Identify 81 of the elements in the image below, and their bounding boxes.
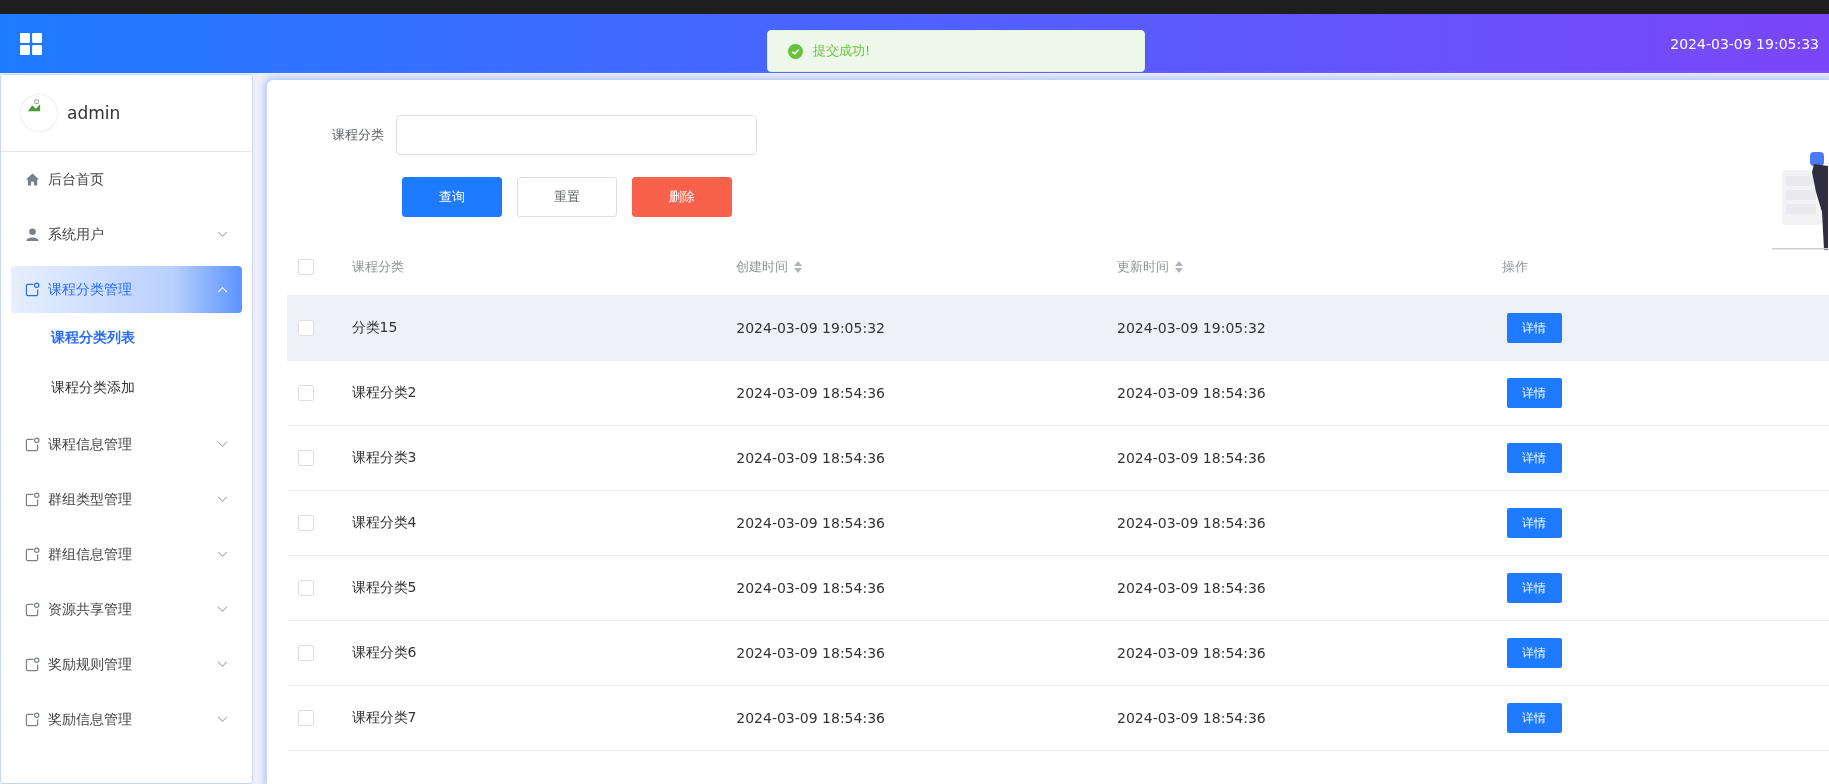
table-cell: 2024-03-09 18:54:36 <box>736 515 885 531</box>
table-cell: 2024-03-09 18:54:36 <box>1117 385 1266 401</box>
sidebar-item[interactable]: 群组信息管理 <box>11 531 242 578</box>
sidebar-item[interactable]: 奖励信息管理 <box>11 696 242 743</box>
query-button[interactable]: 查询 <box>402 177 502 217</box>
sidebar-item[interactable]: 课程信息管理 <box>11 421 242 468</box>
checkbox[interactable] <box>298 385 314 401</box>
submenu-item[interactable]: 课程分类添加 <box>11 363 242 413</box>
table-cell: 课程分类4 <box>351 514 417 532</box>
broken-image-icon <box>27 99 41 113</box>
sidebar-item[interactable]: 资源共享管理 <box>11 586 242 633</box>
table-cell: 2024-03-09 18:54:36 <box>1117 515 1266 531</box>
table-cell: 2024-03-09 18:54:36 <box>736 450 885 466</box>
checkbox[interactable] <box>298 515 314 531</box>
table-cell: 2024-03-09 18:54:36 <box>1117 710 1266 726</box>
checkbox[interactable] <box>298 580 314 596</box>
input-field[interactable] <box>396 115 757 155</box>
chevron-down-icon <box>217 551 228 558</box>
table-cell: 2024-03-09 18:54:36 <box>1117 580 1266 596</box>
chevron-down-icon <box>217 496 228 503</box>
table-cell: 2024-03-09 18:54:36 <box>736 710 885 726</box>
table-cell: 课程分类5 <box>351 579 417 597</box>
user-icon <box>25 227 40 242</box>
reset-button[interactable]: 重置 <box>517 177 617 217</box>
chevron-down-icon <box>217 606 228 613</box>
table-cell: 2024-03-09 19:05:32 <box>736 320 885 336</box>
chevron-down-icon <box>217 716 228 723</box>
module-icon <box>25 492 40 507</box>
home-icon <box>25 172 40 187</box>
detail-button[interactable]: 详情 <box>1506 378 1562 408</box>
module-icon <box>25 282 40 297</box>
chevron-down-icon <box>217 441 228 448</box>
table-cell: 2024-03-09 18:54:36 <box>736 580 885 596</box>
checkbox[interactable] <box>298 259 314 275</box>
checkbox[interactable] <box>298 710 314 726</box>
checkbox[interactable] <box>298 320 314 336</box>
field-label: 课程分类 <box>332 126 384 144</box>
delete-button[interactable]: 删除 <box>632 177 732 217</box>
sidebar-item[interactable]: 群组类型管理 <box>11 476 242 523</box>
username: admin <box>67 103 121 123</box>
sort-icon <box>1175 261 1184 273</box>
table-cell: 2024-03-09 18:54:36 <box>1117 645 1266 661</box>
sidebar-item[interactable]: 后台首页 <box>11 156 242 203</box>
chevron-up-icon <box>217 286 228 293</box>
sidebar-item[interactable]: 系统用户 <box>11 211 242 258</box>
column-header[interactable]: 创建时间 <box>736 258 803 276</box>
chevron-down-icon <box>217 231 228 238</box>
module-icon <box>25 712 40 727</box>
table-cell: 2024-03-09 18:54:36 <box>736 385 885 401</box>
detail-button[interactable]: 详情 <box>1506 443 1562 473</box>
column-header[interactable]: 操作 <box>1501 258 1528 276</box>
table-cell: 课程分类7 <box>351 709 417 727</box>
checkbox[interactable] <box>298 645 314 661</box>
module-icon <box>25 602 40 617</box>
table-cell: 2024-03-09 18:54:36 <box>1117 450 1266 466</box>
module-icon <box>25 437 40 452</box>
detail-button[interactable]: 详情 <box>1506 573 1562 603</box>
detail-button[interactable]: 详情 <box>1506 313 1562 343</box>
module-icon <box>25 547 40 562</box>
sort-icon <box>794 261 803 273</box>
check-circle-icon <box>788 43 803 59</box>
submenu-item[interactable]: 课程分类列表 <box>11 313 242 363</box>
detail-button[interactable]: 详情 <box>1506 508 1562 538</box>
table-cell: 2024-03-09 19:05:32 <box>1117 320 1266 336</box>
column-header[interactable]: 课程分类 <box>351 258 404 276</box>
sidebar-item[interactable]: 课程分类管理 <box>11 266 242 313</box>
checkbox[interactable] <box>298 450 314 466</box>
toast-message: 提交成功! <box>767 30 1145 72</box>
datetime: 2024-03-09 19:05:33 <box>1670 35 1819 52</box>
column-header[interactable]: 更新时间 <box>1117 258 1184 276</box>
module-icon <box>25 657 40 672</box>
menu-icon[interactable] <box>20 32 42 55</box>
table-cell: 分类15 <box>351 319 398 337</box>
sidebar-item[interactable]: 奖励规则管理 <box>11 641 242 688</box>
table-cell: 课程分类6 <box>351 644 417 662</box>
detail-button[interactable]: 详情 <box>1506 703 1562 733</box>
chevron-down-icon <box>217 661 228 668</box>
table-cell: 课程分类3 <box>351 449 417 467</box>
detail-button[interactable]: 详情 <box>1506 638 1562 668</box>
table-cell: 课程分类2 <box>351 384 417 402</box>
table-cell: 2024-03-09 18:54:36 <box>736 645 885 661</box>
